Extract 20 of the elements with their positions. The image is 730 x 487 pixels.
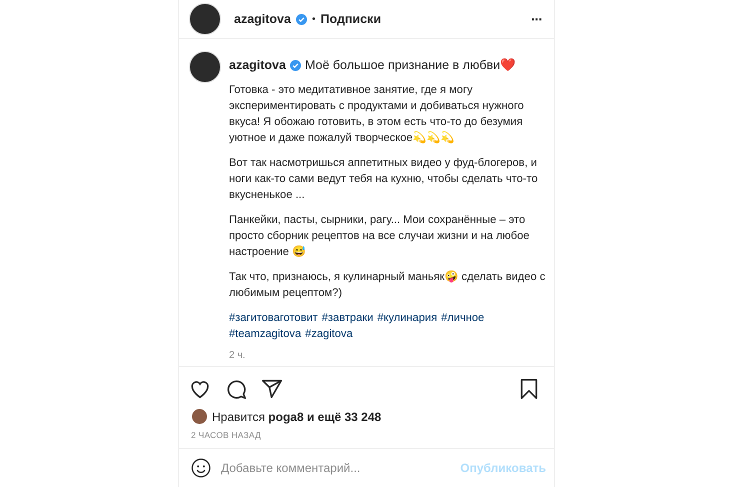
caption-paragraph: Панкейки, пасты, сырники, рагу... Мои сохранённые – это просто сборник рецептов на все случаи жизни и на любое настроение 😅 bbox=[229, 213, 530, 260]
post-age: 2 ч. bbox=[229, 349, 246, 363]
more-options-button[interactable]: ··· bbox=[531, 11, 542, 27]
hashtag-link[interactable]: #кулинария bbox=[377, 310, 438, 326]
hashtag-link[interactable]: #zagitova bbox=[305, 326, 353, 342]
caption-paragraph: Готовка - это медитативное занятие, где я могу экспериментировать с продуктами и добиваться нужного вкуса! Я обожаю готовить, в этом есть что-то до безумия уютное и даже пожалуй творческое💫💫💫 bbox=[229, 83, 525, 146]
hashtag-link[interactable]: #завтраки bbox=[322, 310, 374, 326]
likes-count[interactable]: Нравится poga8 и ещё 33 248 bbox=[212, 410, 382, 424]
comment-input-field[interactable]: Добавьте комментарий... bbox=[221, 461, 450, 475]
caption-paragraph: Вот так насмотришься аппетитных видео у фуд-блогеров, и ноги как-то сами ведут тебя на кухню, чтобы сделать что-то вкусненькое ... bbox=[229, 156, 539, 203]
following-link[interactable]: Подписки bbox=[320, 12, 382, 26]
separator: • bbox=[312, 14, 316, 24]
caption-title: Моё большое признание в любви❤ bbox=[304, 57, 516, 73]
username[interactable]: azagitova bbox=[234, 12, 291, 26]
hashtag-link[interactable]: #загитоваготовит bbox=[229, 310, 318, 326]
hashtag-link[interactable]: #teamzagitova bbox=[229, 326, 302, 342]
username[interactable]: azagitova bbox=[229, 57, 286, 73]
hashtag-link[interactable]: #личное bbox=[441, 310, 484, 326]
timestamp: 2 ЧАСОВ НАЗАД bbox=[190, 429, 262, 440]
caption-paragraph: Так что, признаюсь, я кулинарный маньяк🤪 сделать видео с любимым рецептом?) bbox=[229, 270, 546, 301]
